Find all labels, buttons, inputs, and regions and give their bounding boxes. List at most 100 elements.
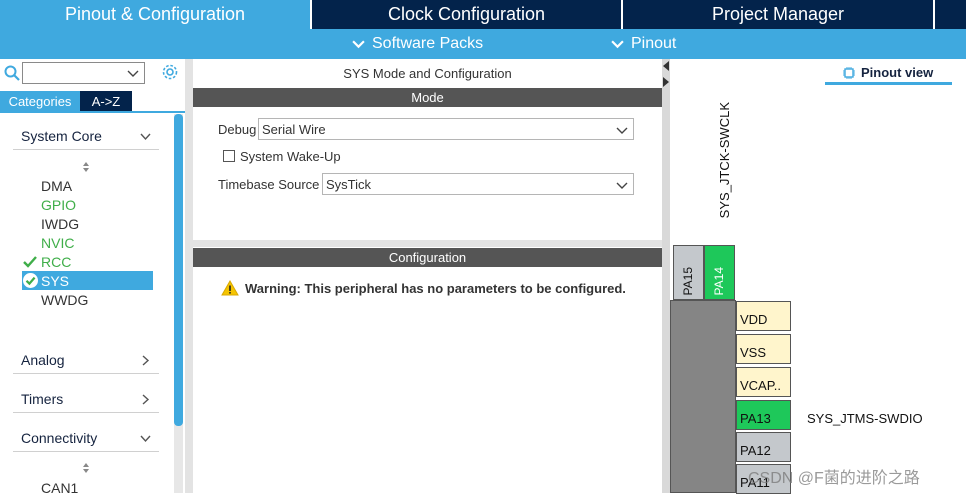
pinout-menu[interactable]: Pinout — [611, 29, 676, 59]
panel-title: SYS Mode and Configuration — [343, 66, 512, 81]
list-item-iwdg[interactable]: IWDG — [22, 214, 153, 233]
pin-pa12[interactable]: PA12 — [736, 432, 791, 462]
check-circle-icon — [23, 273, 38, 288]
warning-text: Warning: This peripheral has no paramete… — [245, 280, 626, 296]
group-analog[interactable]: Analog — [13, 346, 159, 374]
list-item-sys[interactable]: SYS — [22, 271, 153, 290]
group-system-core[interactable]: System Core — [13, 122, 159, 150]
scrollbar-thumb[interactable] — [174, 114, 183, 426]
pin-label: PA14 — [712, 266, 726, 295]
sidebar-scrollbar[interactable] — [174, 114, 183, 493]
list-item-rcc[interactable]: RCC — [22, 252, 153, 271]
software-packs-label: Software Packs — [372, 35, 484, 52]
chevron-down-icon — [140, 435, 151, 443]
category-tab-underline — [0, 111, 185, 113]
scroll-up-down-icon[interactable] — [81, 462, 91, 474]
group-label: Timers — [21, 390, 64, 407]
item-label: DMA — [41, 177, 73, 194]
check-icon — [23, 256, 37, 268]
timebase-value: SysTick — [326, 176, 372, 192]
chevron-right-icon — [142, 394, 150, 405]
pinout-view-button[interactable]: Pinout view — [842, 65, 933, 80]
pin-pa13[interactable]: PA13 — [736, 400, 791, 430]
group-timers[interactable]: Timers — [13, 385, 159, 413]
pin-pa14[interactable]: PA14 — [704, 245, 735, 300]
debug-label: Debug — [218, 122, 257, 137]
item-label: CAN1 — [41, 479, 79, 496]
pin-label: VCAP.. — [740, 378, 781, 393]
category-tabs: Categories A->Z — [0, 91, 132, 111]
item-label: SYS — [41, 272, 70, 289]
pinout-view-underline — [825, 82, 952, 85]
pinout-menu-label: Pinout — [631, 35, 677, 52]
search-icon[interactable] — [4, 65, 20, 81]
pin-label: PA13 — [740, 411, 771, 426]
gear-icon[interactable] — [161, 63, 179, 81]
chevron-right-icon — [142, 355, 150, 366]
item-label: WWDG — [41, 291, 89, 308]
section-separator[interactable] — [193, 240, 662, 247]
pinout-view-label: Pinout view — [861, 65, 934, 80]
warning-message: Warning: This peripheral has no paramete… — [221, 280, 626, 296]
chevron-down-icon[interactable] — [127, 67, 139, 79]
categories-sidebar: Categories A->Z System Core DMA GPIO IWD… — [0, 59, 185, 496]
pin-label: PA12 — [740, 443, 771, 458]
scroll-up-down-icon[interactable] — [81, 161, 91, 173]
group-connectivity[interactable]: Connectivity — [13, 424, 159, 452]
chevron-down-icon — [616, 127, 628, 134]
top-tab-bar: Pinout & Configuration Clock Configurati… — [0, 0, 966, 29]
chevron-down-icon — [352, 39, 365, 48]
mcu-chip-body — [670, 300, 736, 493]
chevron-down-icon — [616, 182, 628, 189]
panel-divider[interactable] — [185, 59, 193, 493]
group-label: System Core — [21, 127, 102, 144]
debug-value: Serial Wire — [262, 121, 326, 137]
list-item-can1[interactable]: CAN1 — [22, 478, 153, 497]
pinout-view-panel: Pinout view SYS_JTCK-SWCLK PA15 PA14 VDD… — [670, 59, 966, 494]
timebase-label: Timebase Source — [218, 177, 320, 192]
search-input[interactable] — [22, 62, 145, 84]
group-label: Analog — [21, 351, 65, 368]
tab-overflow[interactable] — [935, 0, 966, 29]
system-wakeup-checkbox[interactable] — [223, 150, 235, 162]
chevron-down-icon — [140, 133, 151, 141]
pin-label: VDD — [740, 312, 768, 327]
mode-header: Mode — [193, 88, 662, 107]
chip-icon — [843, 66, 855, 79]
system-wakeup-label: System Wake-Up — [240, 149, 341, 164]
signal-label-swdio: SYS_JTMS-SWDIO — [807, 411, 923, 426]
pin-vss[interactable]: VSS — [736, 334, 791, 364]
pin-vcap[interactable]: VCAP.. — [736, 367, 791, 397]
pin-vdd[interactable]: VDD — [736, 301, 791, 331]
tab-categories[interactable]: Categories — [0, 91, 80, 111]
timebase-select[interactable]: SysTick — [322, 173, 634, 195]
tab-project-manager[interactable]: Project Manager — [623, 0, 933, 29]
chevron-down-icon — [611, 39, 624, 48]
software-packs-menu[interactable]: Software Packs — [352, 29, 483, 59]
tab-a-to-z[interactable]: A->Z — [80, 91, 132, 111]
list-item-wwdg[interactable]: WWDG — [22, 290, 153, 309]
pin-label: PA15 — [681, 266, 695, 295]
collapse-right-icon[interactable] — [663, 77, 669, 87]
warning-icon — [221, 280, 239, 296]
list-item-nvic[interactable]: NVIC — [22, 233, 153, 252]
configuration-header: Configuration — [193, 248, 662, 267]
item-label: GPIO — [41, 196, 77, 213]
item-label: RCC — [41, 253, 72, 270]
panel-divider[interactable] — [662, 59, 670, 493]
group-label: Connectivity — [21, 429, 98, 446]
pin-pa15[interactable]: PA15 — [673, 245, 704, 300]
pin-label: VSS — [740, 345, 767, 360]
collapse-left-icon[interactable] — [663, 61, 669, 71]
tab-clock-configuration[interactable]: Clock Configuration — [312, 0, 621, 29]
item-label: IWDG — [41, 215, 80, 232]
list-item-dma[interactable]: DMA — [22, 176, 153, 195]
tab-pinout-configuration[interactable]: Pinout & Configuration — [0, 0, 310, 29]
debug-select[interactable]: Serial Wire — [258, 118, 634, 140]
item-label: NVIC — [41, 234, 75, 251]
signal-label-swclk: SYS_JTCK-SWCLK — [717, 102, 732, 219]
mode-configuration-panel: SYS Mode and Configuration Mode Debug Se… — [193, 59, 662, 493]
watermark: CSDN @F菌的进阶之路 — [748, 470, 920, 487]
sub-toolbar: Software Packs Pinout — [0, 29, 966, 59]
list-item-gpio[interactable]: GPIO — [22, 195, 153, 214]
